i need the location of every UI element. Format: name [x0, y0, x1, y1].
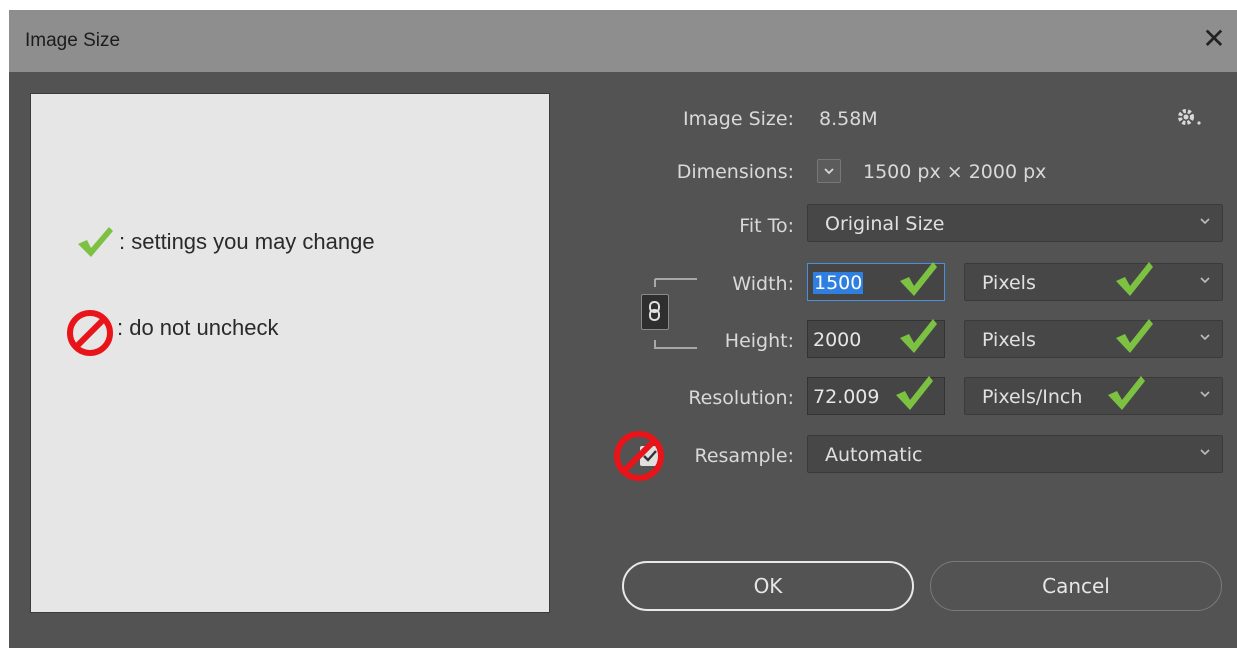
green-checkmark-icon	[1116, 319, 1153, 353]
chevron-down-icon	[1200, 277, 1210, 284]
legend-nouncheck-row: : do not uncheck	[65, 308, 278, 358]
image-size-dialog: Image Size ✕ : settings you may change :…	[9, 10, 1237, 648]
green-checkmark-icon	[896, 376, 933, 410]
cancel-button[interactable]: Cancel	[930, 561, 1222, 611]
legend-nouncheck-text: : do not uncheck	[117, 315, 279, 340]
width-label: Width:	[732, 273, 794, 295]
ok-button[interactable]: OK	[622, 561, 914, 611]
height-label: Height:	[724, 330, 794, 352]
prohibited-icon	[614, 431, 664, 481]
close-icon[interactable]: ✕	[1199, 24, 1229, 54]
prohibited-icon	[67, 310, 113, 356]
image-size-value: 8.58M	[819, 108, 878, 130]
fit-to-value: Original Size	[825, 213, 945, 235]
resample-label: Resample:	[694, 445, 794, 467]
fit-to-select[interactable]: Original Size	[807, 204, 1223, 242]
dimensions-label: Dimensions:	[676, 161, 794, 183]
green-checkmark-icon	[78, 227, 113, 257]
image-size-label: Image Size:	[683, 108, 794, 130]
green-checkmark-icon	[1116, 262, 1153, 296]
height-value: 2000	[813, 329, 862, 351]
resample-select[interactable]: Automatic	[807, 435, 1223, 473]
dimensions-units-toggle[interactable]	[817, 159, 841, 183]
chevron-down-icon	[1200, 449, 1210, 456]
green-checkmark-icon	[900, 262, 937, 296]
width-value: 1500	[813, 272, 864, 294]
preview-panel: : settings you may change : do not unche…	[30, 93, 550, 613]
resolution-unit-select[interactable]: Pixels/Inch	[964, 377, 1223, 415]
dialog-title: Image Size	[25, 30, 121, 51]
chevron-down-icon	[824, 168, 834, 175]
gear-icon[interactable]	[1177, 108, 1205, 128]
title-bar: Image Size ✕	[9, 10, 1237, 72]
chevron-down-icon	[1200, 218, 1210, 225]
resample-value: Automatic	[825, 444, 923, 466]
legend-change-text: : settings you may change	[119, 229, 375, 254]
width-unit-value: Pixels	[982, 272, 1036, 294]
resolution-label: Resolution:	[688, 387, 794, 409]
width-unit-select[interactable]: Pixels	[964, 263, 1223, 301]
chevron-down-icon	[1200, 391, 1210, 398]
chevron-down-icon	[1200, 334, 1210, 341]
height-unit-value: Pixels	[982, 329, 1036, 351]
resolution-value: 72.009	[813, 386, 880, 408]
resolution-unit-value: Pixels/Inch	[982, 386, 1083, 408]
fit-to-label: Fit To:	[739, 215, 794, 237]
legend-change-row: : settings you may change	[75, 224, 375, 260]
dimensions-value: 1500 px × 2000 px	[863, 161, 1047, 183]
chain-link-icon[interactable]	[641, 294, 669, 330]
green-checkmark-icon	[900, 319, 937, 353]
green-checkmark-icon	[1108, 376, 1145, 410]
height-unit-select[interactable]: Pixels	[964, 320, 1223, 358]
